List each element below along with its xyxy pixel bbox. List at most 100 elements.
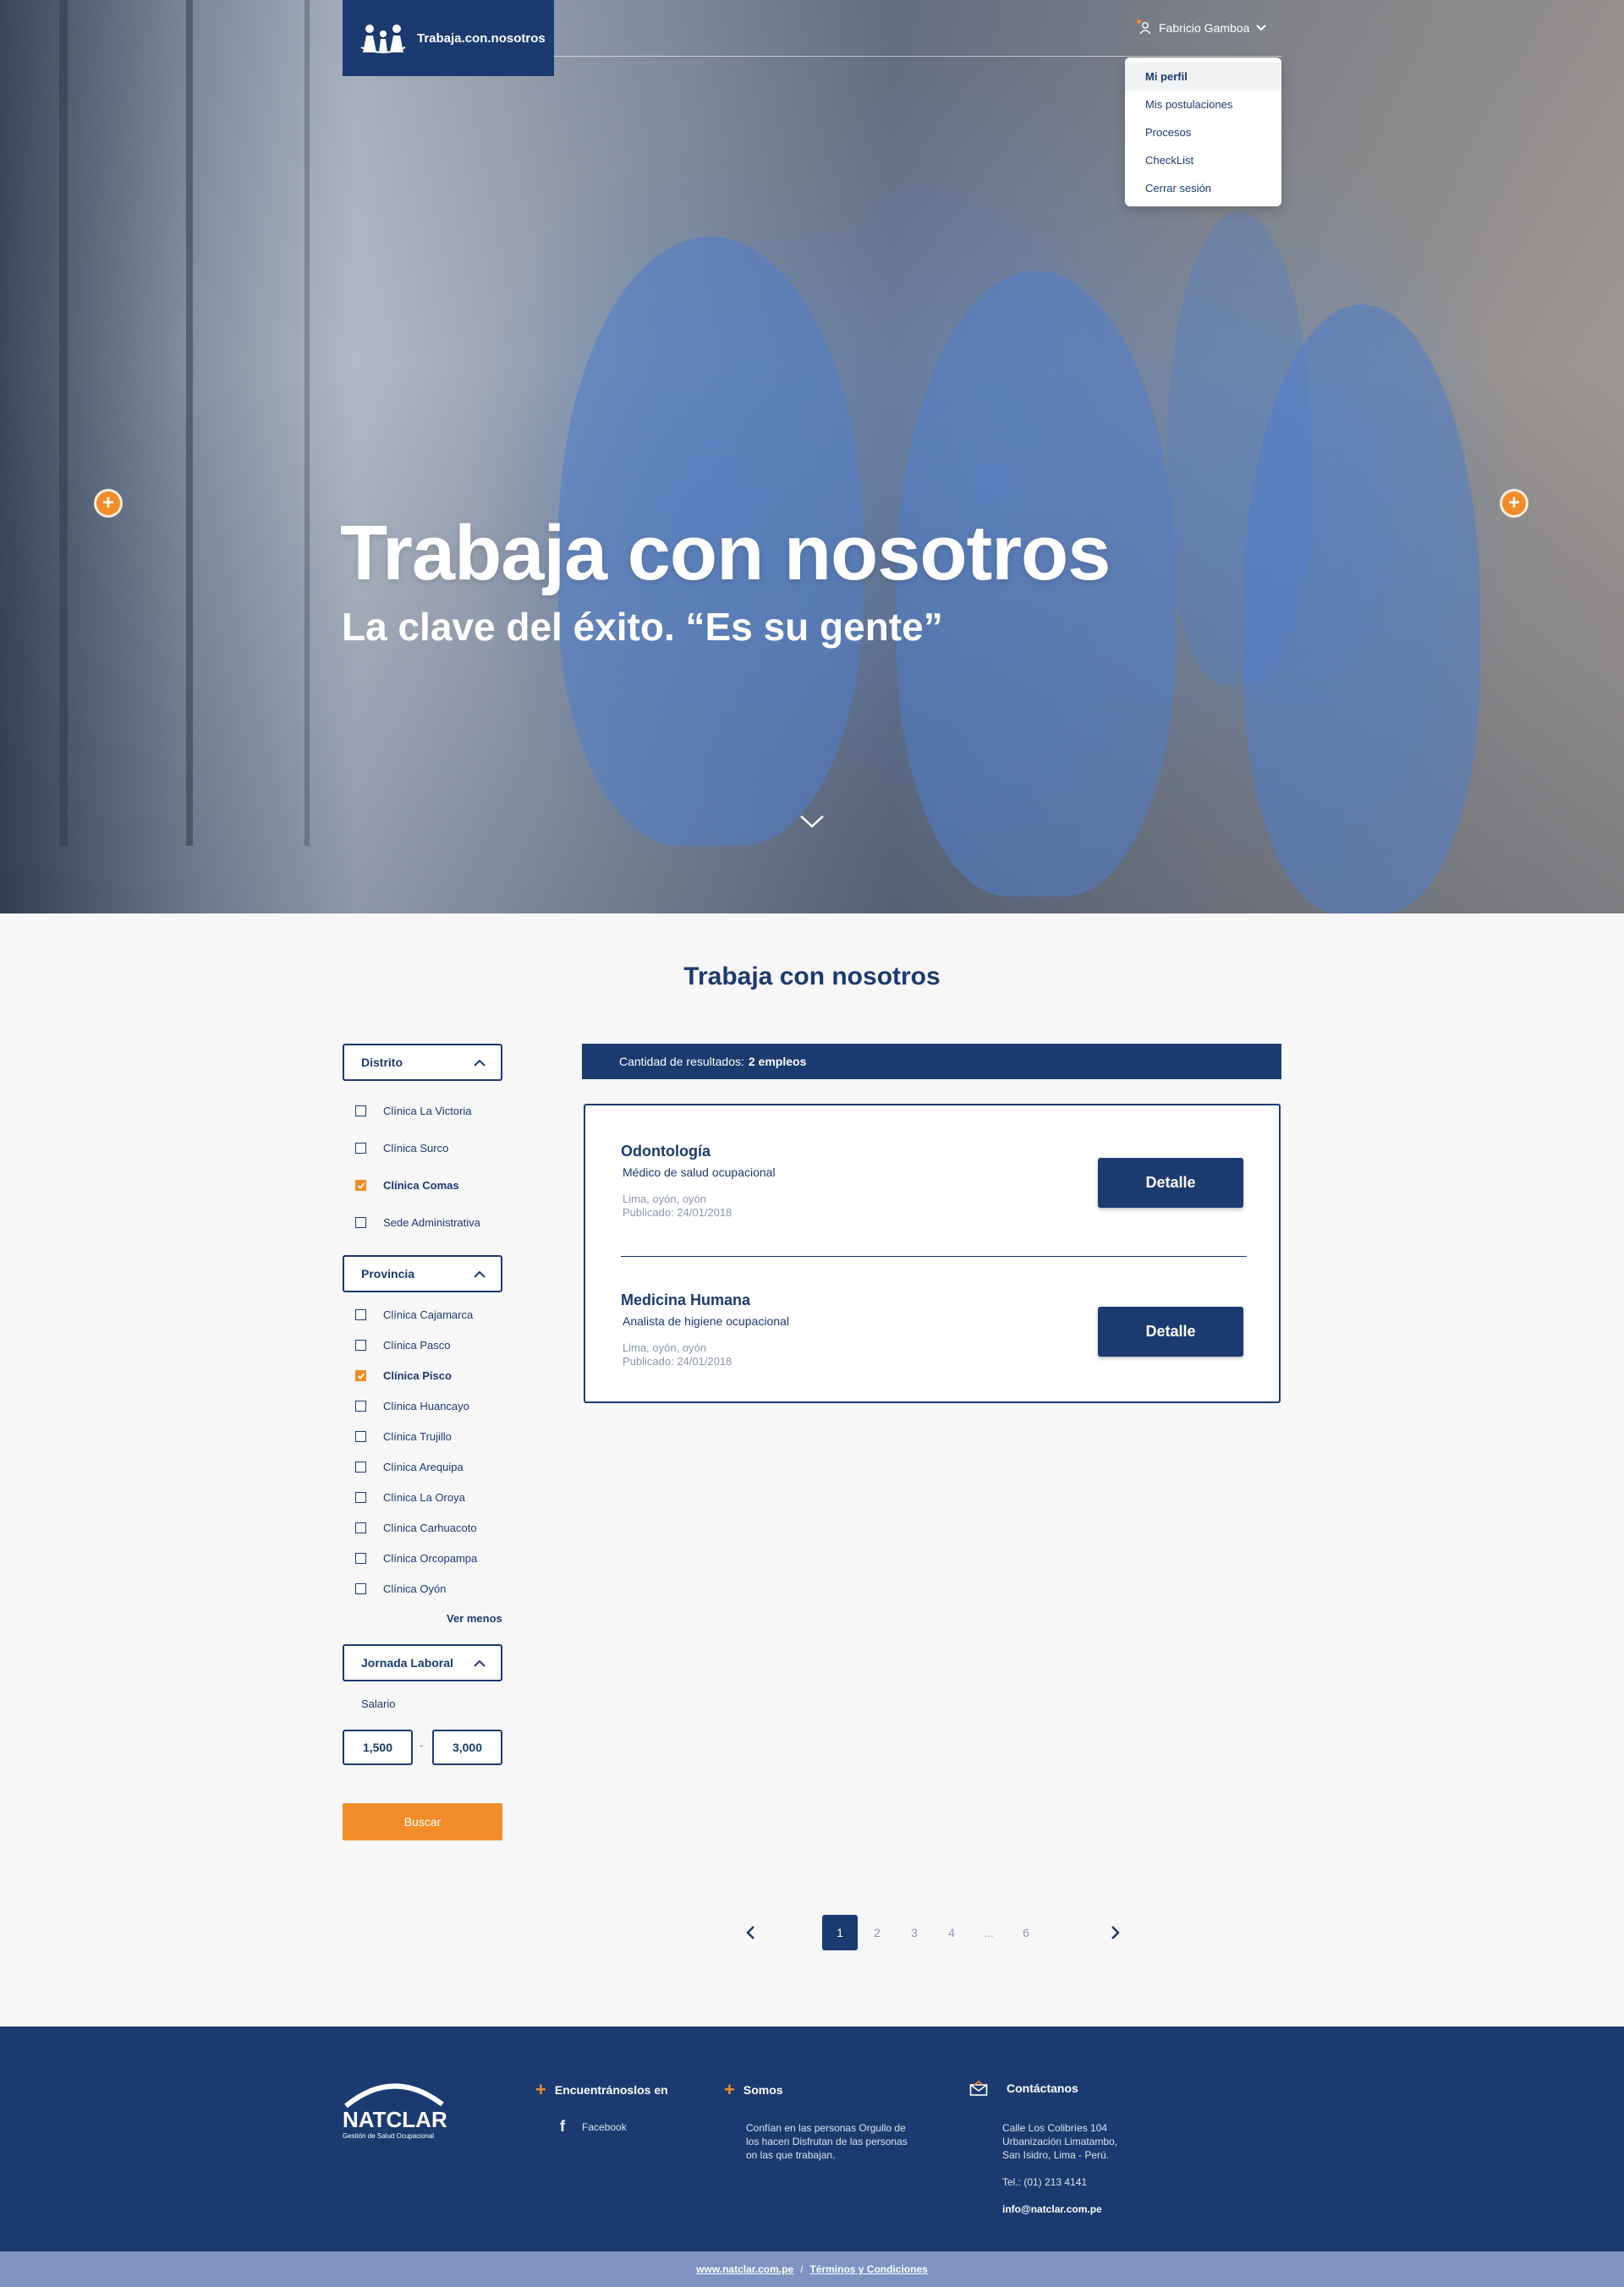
results-count-bar: Cantidad de resultados: 2 empleos	[582, 1044, 1281, 1079]
checkbox-distrito-option[interactable]: Clínica Comas	[355, 1179, 459, 1192]
checkbox[interactable]	[355, 1583, 366, 1594]
option-label: Clínica Trujillo	[383, 1430, 452, 1443]
checkbox-provincia-option[interactable]: Clínica Arequipa	[355, 1461, 464, 1473]
detalle-button[interactable]: Detalle	[1098, 1307, 1243, 1357]
salary-max-input[interactable]: 3,000	[432, 1730, 502, 1765]
scroll-down-icon[interactable]	[798, 814, 826, 829]
contact-email-link[interactable]: info@natclar.com.pe	[1002, 2202, 1102, 2216]
job-location: Lima, oyón, oyón	[623, 1341, 707, 1354]
plus-icon[interactable]: +	[1500, 489, 1528, 518]
checkbox-provincia-option[interactable]: Clínica Huancayo	[355, 1400, 469, 1412]
option-label: Clínica Cajamarca	[383, 1308, 474, 1321]
plus-icon[interactable]: +	[94, 489, 123, 518]
filter-jornada-toggle[interactable]: Jornada Laboral	[343, 1644, 502, 1681]
ver-menos-link[interactable]: Ver menos	[447, 1612, 502, 1625]
option-label: Clínica La Oroya	[383, 1491, 465, 1504]
detalle-button[interactable]: Detalle	[1098, 1158, 1243, 1208]
page-3[interactable]: 3	[897, 1915, 932, 1950]
checkbox-distrito-option[interactable]: Clínica La Victoria	[355, 1105, 472, 1117]
hero-title: Trabaja con nosotros	[340, 510, 1111, 596]
window-frame	[186, 0, 193, 846]
somos-text: Confían en las personas Orgullo de los h…	[746, 2122, 908, 2161]
checkbox-distrito-option[interactable]: Sede Administrativa	[355, 1216, 480, 1229]
salario-label: Salario	[361, 1697, 396, 1710]
window-frame	[304, 0, 310, 846]
checkbox-provincia-option[interactable]: Clínica La Oroya	[355, 1491, 465, 1504]
find-us-heading: + Encuentránoslos en	[535, 2081, 668, 2099]
buscar-button[interactable]: Buscar	[343, 1803, 502, 1840]
checkbox[interactable]	[355, 1309, 366, 1320]
menu-item-checklist[interactable]: CheckList	[1125, 146, 1281, 174]
checkbox[interactable]	[355, 1431, 366, 1442]
option-label: Clínica Comas	[383, 1179, 459, 1192]
website-link[interactable]: www.natclar.com.pe	[696, 2263, 793, 2275]
filter-distrito-toggle[interactable]: Distrito	[343, 1044, 502, 1081]
contact-phone: Tel.: (01) 213 4141	[1002, 2176, 1088, 2188]
checkbox-provincia-option[interactable]: Clínica Trujillo	[355, 1430, 452, 1443]
job-divider	[621, 1256, 1247, 1257]
checkbox[interactable]	[355, 1340, 366, 1351]
checkbox-provincia-option[interactable]: Clínica Orcopampa	[355, 1552, 477, 1565]
window-frame	[59, 0, 68, 846]
somos-heading: + Somos	[724, 2081, 783, 2099]
menu-item-cerrar-sesion[interactable]: Cerrar sesión	[1125, 174, 1281, 202]
option-label: Clínica Pasco	[383, 1339, 451, 1352]
filter-provincia-label: Provincia	[361, 1267, 415, 1281]
menu-item-postulaciones[interactable]: Mis postulaciones	[1125, 90, 1281, 118]
results-count-value: 2 empleos	[748, 1055, 807, 1068]
hero-subtitle: La clave del éxito. “Es su gente”	[342, 605, 943, 649]
filter-distrito-label: Distrito	[361, 1056, 403, 1069]
footer-logo[interactable]: NATCLAR Gestión de Salud Ocupacional	[343, 2079, 447, 2140]
checkbox[interactable]	[355, 1105, 366, 1116]
checkbox-provincia-option[interactable]: Clínica Pisco	[355, 1369, 452, 1382]
option-label: Clínica La Victoria	[383, 1105, 472, 1117]
page-1[interactable]: 1	[822, 1915, 858, 1950]
checkbox-provincia-option[interactable]: Clínica Cajamarca	[355, 1308, 473, 1321]
option-label: Clínica Huancayo	[383, 1400, 469, 1412]
next-page-icon[interactable]	[1111, 1925, 1121, 1940]
terms-link[interactable]: Términos y Condiciones	[809, 2263, 927, 2275]
family-icon	[360, 25, 406, 53]
brand-logo[interactable]: Trabaja.con.nosotros	[343, 0, 554, 76]
footer-logo-tagline: Gestión de Salud Ocupacional	[343, 2132, 435, 2140]
results-list: Odontología Médico de salud ocupacional …	[584, 1104, 1281, 1403]
footer-separator: /	[800, 2263, 804, 2275]
checkbox[interactable]	[355, 1522, 366, 1533]
page-6[interactable]: 6	[1008, 1915, 1044, 1950]
facebook-link[interactable]: f Facebook	[560, 2118, 627, 2136]
notification-dot	[1137, 19, 1141, 24]
plus-icon: +	[535, 2079, 546, 2100]
option-label: Clínica Orcopampa	[383, 1552, 478, 1565]
user-menu-toggle[interactable]: Fabricio Gamboa	[1137, 17, 1267, 39]
filter-provincia-toggle[interactable]: Provincia	[343, 1255, 502, 1292]
checkbox-provincia-option[interactable]: Clínica Pasco	[355, 1339, 450, 1352]
contact-title: Contáctanos	[1007, 2081, 1078, 2095]
prev-page-icon[interactable]	[745, 1925, 755, 1940]
job-card: Odontología Médico de salud ocupacional …	[621, 1143, 776, 1220]
checkbox[interactable]	[355, 1143, 366, 1154]
salary-min-input[interactable]: 1,500	[343, 1730, 413, 1765]
page-ellipsis: ...	[984, 1926, 994, 1939]
section-title: Trabaja con nosotros	[683, 963, 941, 990]
checkbox[interactable]	[355, 1217, 366, 1228]
option-label: Clínica Surco	[383, 1142, 449, 1154]
menu-item-procesos[interactable]: Procesos	[1125, 118, 1281, 146]
checkbox[interactable]	[355, 1401, 366, 1412]
chevron-down-icon	[1256, 25, 1267, 31]
checkbox[interactable]	[355, 1553, 366, 1564]
footer-logo-text: NATCLAR	[343, 2107, 447, 2132]
checkbox-provincia-option[interactable]: Clínica Oyón	[355, 1582, 446, 1595]
checkbox[interactable]	[355, 1462, 366, 1473]
checkbox[interactable]	[355, 1492, 366, 1503]
job-location: Lima, oyón, oyón	[623, 1193, 707, 1205]
menu-item-mi-perfil[interactable]: Mi perfil	[1125, 63, 1281, 90]
checkbox-distrito-option[interactable]: Clínica Surco	[355, 1142, 448, 1154]
user-name: Fabricio Gamboa	[1159, 21, 1250, 35]
chevron-up-icon	[474, 1059, 486, 1067]
option-label: Clínica Arequipa	[383, 1461, 464, 1473]
checkbox-provincia-option[interactable]: Clínica Carhuacoto	[355, 1522, 477, 1534]
page-4[interactable]: 4	[934, 1915, 969, 1950]
checkbox-checked[interactable]	[355, 1180, 366, 1191]
page-2[interactable]: 2	[859, 1915, 895, 1950]
checkbox-checked[interactable]	[355, 1370, 366, 1381]
